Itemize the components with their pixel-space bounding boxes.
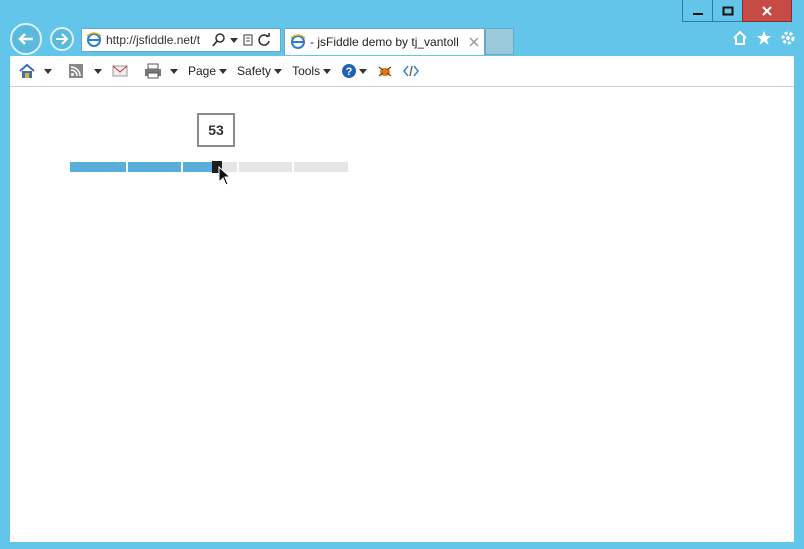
back-arrow-icon: [18, 33, 33, 45]
command-bar: Page Safety Tools ?: [10, 56, 794, 87]
slider-tick: [237, 162, 239, 172]
home-dropdown-icon[interactable]: [44, 68, 52, 74]
developer-tools-icon: [403, 65, 420, 77]
back-button[interactable]: [10, 23, 42, 55]
tab-title: - jsFiddle demo by tj_vantoll: [310, 35, 459, 49]
ie-page-icon: [86, 32, 102, 47]
slider-value-text: 53: [208, 122, 224, 138]
ie-tab-icon: [290, 34, 306, 49]
tools-menu-label[interactable]: Tools: [292, 64, 320, 78]
window-controls: [682, 0, 792, 22]
mouse-cursor-icon: [218, 166, 230, 186]
navigation-buttons: [10, 23, 74, 55]
home-command[interactable]: [18, 63, 52, 79]
refresh-icon[interactable]: [257, 33, 271, 47]
home-icon[interactable]: [732, 30, 748, 46]
slider-tick: [126, 162, 128, 172]
search-icon[interactable]: [212, 33, 226, 47]
print-icon: [145, 63, 161, 79]
tools-menu[interactable]: Tools: [292, 64, 332, 78]
extension-command[interactable]: [377, 64, 393, 78]
minimize-button[interactable]: [682, 0, 713, 22]
address-dropdown-icon[interactable]: [230, 37, 238, 43]
help-command[interactable]: ?: [341, 63, 368, 79]
developer-tools-command[interactable]: [403, 64, 420, 78]
restore-button[interactable]: [712, 0, 743, 22]
slider-tick: [292, 162, 294, 172]
svg-text:?: ?: [346, 66, 353, 78]
slider-tick: [68, 162, 70, 172]
page-dropdown-icon: [219, 68, 228, 74]
compatibility-view-icon[interactable]: [242, 33, 254, 47]
range-slider-fill: [68, 162, 217, 172]
slider-tick: [348, 162, 350, 172]
rss-feed-icon: [69, 64, 83, 78]
page-menu-label[interactable]: Page: [188, 64, 216, 78]
range-slider-track[interactable]: [68, 161, 350, 173]
home-command-icon: [19, 63, 35, 78]
forward-button[interactable]: [50, 27, 74, 51]
help-icon: ?: [342, 64, 357, 78]
safety-menu-label[interactable]: Safety: [237, 64, 271, 78]
feeds-dropdown-icon[interactable]: [94, 68, 102, 74]
address-bar[interactable]: http://jsfiddle.net/t: [81, 28, 281, 52]
browser-window: http://jsfiddle.net/t - jsFiddle demo by…: [0, 0, 804, 549]
settings-gear-icon[interactable]: [780, 30, 796, 46]
forward-arrow-icon: [56, 33, 69, 45]
new-tab-button[interactable]: [485, 28, 514, 55]
help-dropdown-icon: [359, 68, 368, 74]
page-menu[interactable]: Page: [188, 64, 228, 78]
address-text[interactable]: http://jsfiddle.net/t: [106, 33, 212, 47]
tab-jsfiddle[interactable]: - jsFiddle demo by tj_vantoll: [284, 28, 485, 55]
print-dropdown-icon[interactable]: [170, 68, 178, 74]
safety-menu[interactable]: Safety: [237, 64, 283, 78]
tools-dropdown-icon: [323, 68, 332, 74]
browser-right-icons: [732, 30, 796, 46]
safety-dropdown-icon: [274, 68, 283, 74]
print-command[interactable]: [144, 63, 178, 79]
close-tab-icon[interactable]: [469, 37, 479, 47]
favorites-star-icon[interactable]: [756, 30, 772, 46]
mail-command[interactable]: [112, 64, 128, 78]
slider-value-display: 53: [197, 113, 235, 147]
page-content: 53: [10, 87, 794, 542]
feeds-command[interactable]: [68, 63, 102, 79]
bug-extension-icon: [378, 66, 392, 77]
slider-tick: [181, 162, 183, 172]
close-button[interactable]: [742, 0, 792, 22]
mail-icon: [112, 65, 128, 77]
